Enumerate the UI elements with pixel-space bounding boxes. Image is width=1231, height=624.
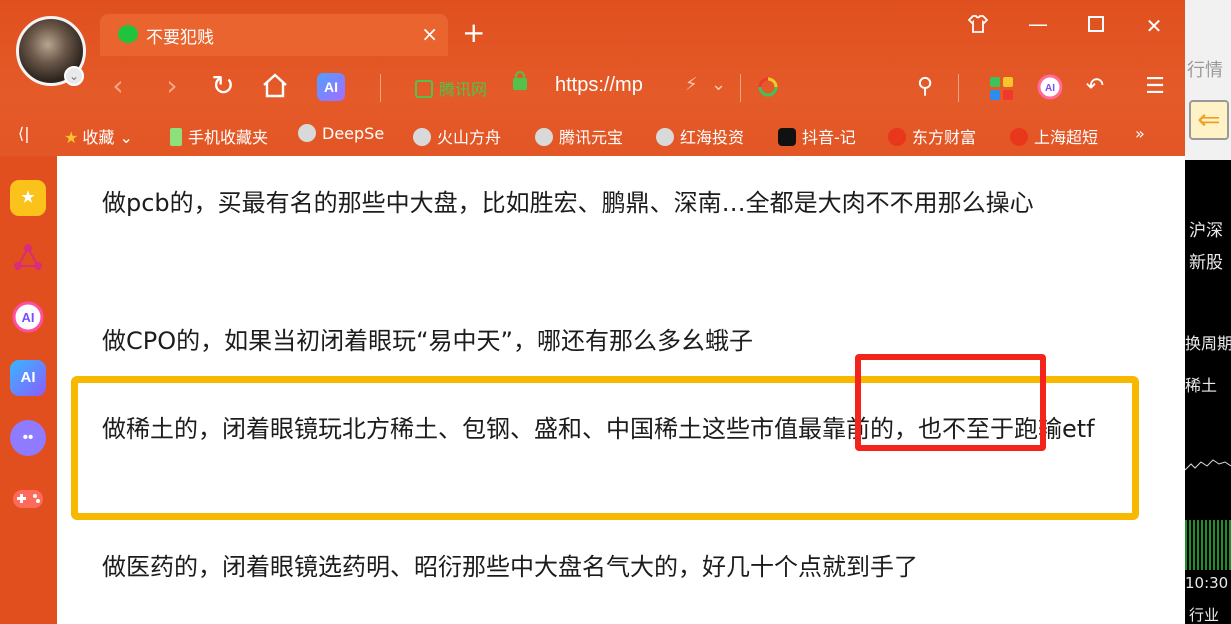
- bg-label: 换周期: [1185, 334, 1231, 353]
- bookmark-item[interactable]: DeepSe: [298, 124, 398, 143]
- globe-icon: [413, 128, 431, 146]
- reload-button[interactable]: ↻: [203, 68, 243, 104]
- bookmark-label: 腾讯元宝: [559, 128, 624, 147]
- fox-icon: [888, 128, 906, 146]
- bookmark-item[interactable]: 红海投资: [656, 124, 760, 148]
- globe-icon: [656, 128, 674, 146]
- robot-icon[interactable]: ••: [10, 420, 46, 456]
- browser-window: ⌄ 不要犯贱 × + — ✕ ‹ › ↻ AI 腾讯网 https://mp ⚡…: [0, 0, 1185, 624]
- browser-chrome: ⌄ 不要犯贱 × + — ✕ ‹ › ↻ AI 腾讯网 https://mp ⚡…: [0, 0, 1185, 156]
- bookmark-label: 上海超短: [1034, 128, 1099, 147]
- toolbar-separator: [958, 74, 959, 102]
- bookmark-item[interactable]: 上海超短: [1010, 124, 1116, 148]
- maximize-icon[interactable]: [1076, 14, 1116, 38]
- avatar-dropdown-icon[interactable]: ⌄: [64, 66, 84, 86]
- bookmark-item[interactable]: 火山方舟: [413, 124, 515, 148]
- bookmark-item[interactable]: 腾讯元宝: [535, 124, 637, 148]
- gamepad-icon[interactable]: [10, 480, 46, 516]
- skin-icon[interactable]: [958, 14, 998, 39]
- star-icon: ★: [64, 128, 79, 147]
- toolbar-separator: [380, 74, 381, 102]
- home-button[interactable]: [255, 68, 295, 109]
- bookmark-label: 东方财富: [912, 128, 977, 147]
- phone-icon: [170, 128, 182, 146]
- bookmark-item[interactable]: ★ 收藏 ⌄: [64, 124, 133, 148]
- globe-icon: [298, 124, 316, 142]
- lock-icon[interactable]: [513, 71, 527, 90]
- site-name: 腾讯网: [439, 80, 488, 99]
- bookmark-label: DeepSe: [322, 124, 385, 143]
- arrow-left-icon: ⇐: [1189, 100, 1229, 140]
- bg-label: 行情: [1187, 60, 1223, 81]
- globe-icon: [535, 128, 553, 146]
- bookmarks-bar: ⟨| ★ 收藏 ⌄ 手机收藏夹 DeepSe 火山方舟 腾讯元宝 红海投资 抖音-…: [0, 118, 1185, 152]
- forward-button[interactable]: ›: [152, 68, 192, 104]
- url-text[interactable]: https://mp: [555, 74, 655, 97]
- bookmark-item[interactable]: 抖音-记: [778, 124, 872, 148]
- extension-icon[interactable]: [752, 70, 786, 104]
- bookmark-label: 火山方舟: [437, 128, 502, 147]
- article-paragraph: 做pcb的，买最有名的那些中大盘，比如胜宏、鹏鼎、深南…全都是大肉不不用那么操心: [102, 189, 1034, 217]
- tiktok-icon: [778, 128, 796, 146]
- bookmark-label: 红海投资: [680, 128, 745, 147]
- search-icon[interactable]: ⚲: [908, 70, 942, 104]
- wechat-icon: [118, 25, 138, 43]
- address-bar[interactable]: 腾讯网 https://mp ⚡ ⌄: [405, 66, 745, 108]
- menu-icon[interactable]: ☰: [1138, 70, 1172, 104]
- red-highlight-box: [855, 354, 1046, 451]
- bookmark-label: 手机收藏夹: [188, 128, 269, 147]
- svg-text:AI: AI: [1045, 83, 1055, 94]
- sidebar: ★ AI AI ••: [0, 156, 57, 624]
- tab-active[interactable]: 不要犯贱 ×: [100, 14, 448, 56]
- more-bookmarks-button[interactable]: »: [1135, 124, 1145, 143]
- bg-label: 行业: [1189, 606, 1220, 624]
- tencent-site-icon: [415, 80, 433, 98]
- favorites-star-icon[interactable]: ★: [10, 180, 46, 216]
- ai-color-icon[interactable]: AI: [1033, 70, 1067, 104]
- fox-icon: [1010, 128, 1028, 146]
- toolbar-separator: [740, 74, 741, 102]
- price-line-chart: [1185, 459, 1231, 471]
- minimize-button[interactable]: —: [1018, 12, 1058, 36]
- bookmark-item[interactable]: 东方财富: [888, 124, 994, 148]
- flash-icon[interactable]: ⚡: [685, 74, 698, 95]
- back-button[interactable]: ‹: [98, 68, 138, 104]
- bookmark-label: 收藏: [82, 128, 115, 147]
- bookmark-label: 抖音-记: [802, 128, 856, 147]
- volume-bars: [1185, 520, 1231, 570]
- ai-tool-icon[interactable]: AI: [10, 360, 46, 396]
- tab-title: 不要犯贱: [146, 28, 214, 48]
- bg-label: 新股: [1189, 253, 1223, 273]
- chevron-down-icon: ⌄: [119, 128, 133, 147]
- new-tab-button[interactable]: +: [462, 18, 485, 48]
- network-icon[interactable]: [10, 240, 46, 276]
- tab-close-button[interactable]: ×: [421, 22, 438, 46]
- sidebar-toggle-button[interactable]: ⟨|: [18, 124, 30, 143]
- background-stock-window: 行情 ⇐ 沪深 新股 换周期 稀土 10:30 行业: [1185, 0, 1231, 624]
- ai-assistant-button[interactable]: AI: [317, 73, 345, 101]
- site-identity[interactable]: 腾讯网: [415, 76, 487, 100]
- bg-label: 沪深: [1189, 221, 1223, 241]
- close-window-button[interactable]: ✕: [1134, 14, 1174, 38]
- svg-text:AI: AI: [22, 310, 35, 325]
- article-paragraph: 做医药的，闭着眼镜选药明、昭衍那些中大盘名气大的，好几十个点就到手了: [102, 553, 918, 581]
- undo-icon[interactable]: ↶: [1078, 70, 1112, 104]
- bg-label: 稀土: [1185, 376, 1218, 395]
- apps-grid-icon[interactable]: [990, 77, 1014, 101]
- bookmark-item[interactable]: 手机收藏夹: [170, 124, 268, 148]
- ai-chat-icon[interactable]: AI: [10, 300, 46, 336]
- bg-label: 10:30: [1185, 574, 1229, 592]
- chevron-down-icon[interactable]: ⌄: [711, 74, 726, 95]
